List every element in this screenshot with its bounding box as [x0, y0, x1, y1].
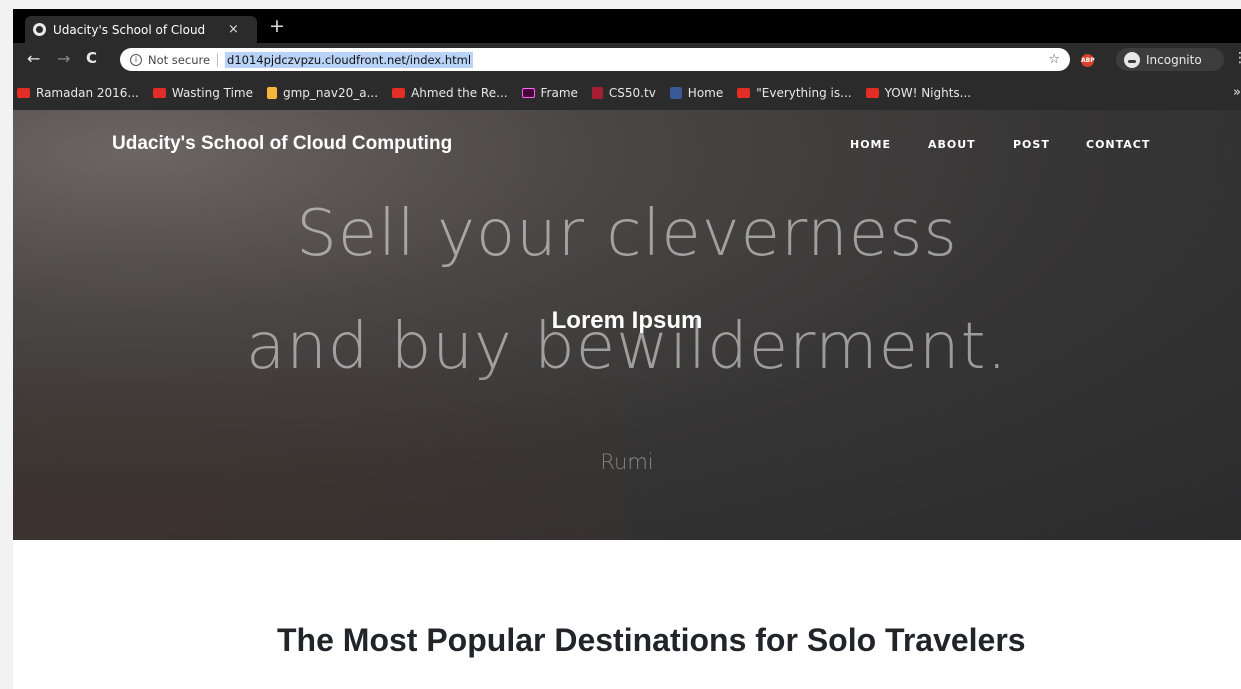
globe-icon	[33, 23, 46, 36]
new-tab-button[interactable]: +	[269, 15, 285, 37]
adobe-xd-icon	[521, 88, 535, 98]
browser-toolbar: ← → C i Not secure d1014pjdczvpzu.cloudf…	[13, 43, 1241, 76]
bookmark-label: Home	[687, 86, 724, 100]
more-bookmarks-icon[interactable]: »	[1233, 85, 1241, 100]
incognito-label: Incognito	[1146, 52, 1202, 67]
site-brand-link[interactable]: Udacity's School of Cloud Computing	[112, 133, 452, 155]
youtube-icon	[152, 88, 166, 98]
nav-contact[interactable]: CONTACT	[1086, 138, 1150, 151]
url-text[interactable]: d1014pjdczvpzu.cloudfront.net/index.html	[225, 51, 474, 68]
bookmark-label: Ahmed the Re...	[411, 86, 508, 100]
extension-icon[interactable]: ABP	[1081, 54, 1095, 67]
browser-window: Udacity's School of Cloud × + ← → C i No…	[13, 9, 1241, 689]
hero-quote-author: Rumi	[600, 450, 654, 474]
bookmark-star-icon[interactable]: ☆	[1048, 52, 1060, 67]
tab-strip: Udacity's School of Cloud × +	[13, 9, 1241, 43]
hero-quote-line-1: Sell your cleverness	[296, 197, 958, 271]
bookmark-item[interactable]: Frame	[521, 86, 578, 100]
reload-icon[interactable]: C	[86, 49, 97, 67]
post-title[interactable]: The Most Popular Destinations for Solo T…	[277, 619, 1037, 661]
close-tab-icon[interactable]: ×	[228, 22, 239, 37]
youtube-icon	[17, 88, 30, 98]
bookmark-label: "Everything is...	[756, 86, 852, 100]
bookmark-label: gmp_nav20_a...	[283, 86, 379, 100]
bookmark-item[interactable]: Ramadan 2016...	[17, 86, 139, 100]
divider	[217, 52, 219, 67]
bookmark-item[interactable]: Wasting Time	[152, 86, 253, 100]
youtube-icon	[737, 88, 751, 98]
security-label: Not secure	[148, 52, 211, 67]
address-bar[interactable]: i Not secure d1014pjdczvpzu.cloudfront.n…	[120, 48, 1070, 71]
youtube-icon	[392, 88, 406, 98]
incognito-icon	[1124, 51, 1140, 68]
info-icon[interactable]: i	[130, 53, 142, 66]
facebook-icon	[669, 87, 682, 99]
bookmark-item[interactable]: Home	[669, 86, 724, 100]
incognito-badge[interactable]: Incognito	[1116, 48, 1224, 71]
bookmark-label: CS50.tv	[608, 86, 656, 100]
bookmark-label: Frame	[540, 86, 578, 100]
hero-header: Udacity's School of Cloud Computing HOME…	[13, 110, 1241, 540]
bookmark-item[interactable]: Ahmed the Re...	[392, 86, 508, 100]
nav-post[interactable]: POST	[1013, 138, 1050, 151]
forward-arrow-icon[interactable]: →	[57, 49, 70, 68]
bookmark-label: Ramadan 2016...	[36, 86, 139, 100]
folder-icon	[267, 87, 277, 99]
youtube-icon	[865, 88, 879, 98]
harvard-icon	[591, 87, 603, 99]
more-menu-icon[interactable]: ⋮	[1233, 50, 1241, 66]
bookmark-item[interactable]: gmp_nav20_a...	[267, 86, 378, 100]
bookmark-label: Wasting Time	[171, 86, 253, 100]
nav-about[interactable]: ABOUT	[928, 138, 976, 151]
browser-tab[interactable]: Udacity's School of Cloud ×	[25, 16, 257, 43]
bookmark-item[interactable]: CS50.tv	[591, 86, 656, 100]
bookmarks-bar: Ramadan 2016... Wasting Time gmp_nav20_a…	[13, 76, 1241, 110]
hero-title: Lorem Ipsum	[551, 307, 703, 334]
bookmark-item[interactable]: "Everything is...	[737, 86, 852, 100]
tab-title: Udacity's School of Cloud	[53, 22, 206, 37]
bookmark-item[interactable]: YOW! Nights...	[865, 86, 972, 100]
back-arrow-icon[interactable]: ←	[27, 49, 40, 68]
bookmark-label: YOW! Nights...	[884, 86, 972, 100]
nav-home[interactable]: HOME	[850, 138, 891, 151]
